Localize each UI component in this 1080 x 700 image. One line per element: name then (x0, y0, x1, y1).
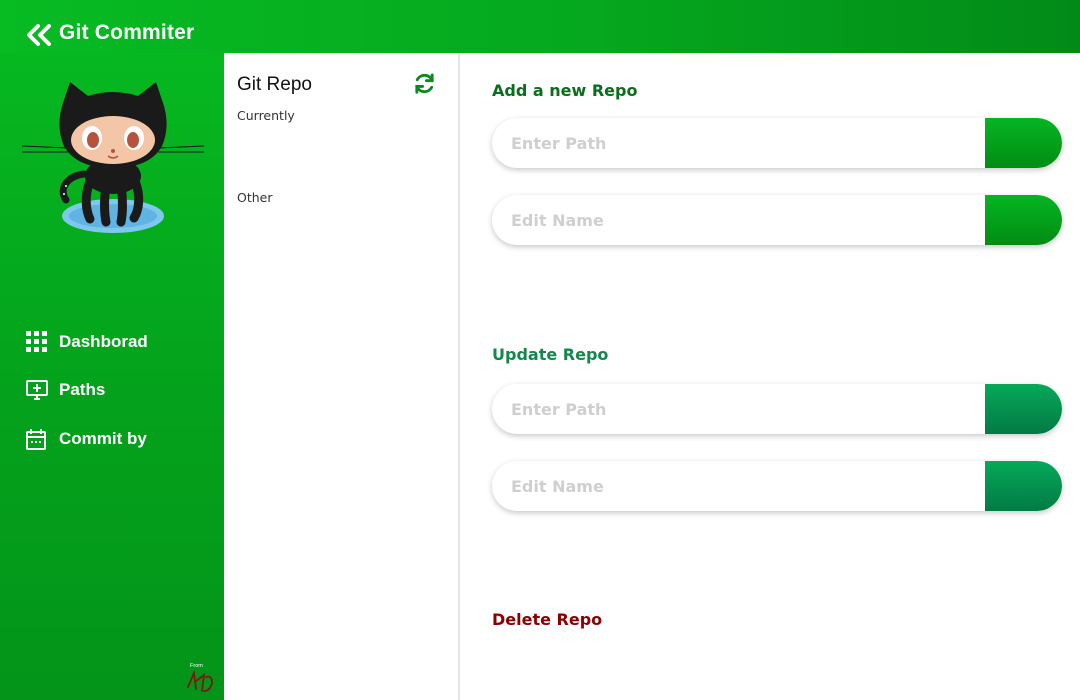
section-other: Other (237, 190, 273, 205)
update-name-row (492, 461, 1062, 511)
update-path-row (492, 384, 1062, 434)
update-path-button[interactable] (985, 384, 1062, 434)
double-chevron-left-icon[interactable] (26, 24, 52, 46)
main-content: Add a new Repo Update Repo Delete Repo (462, 53, 1080, 700)
calendar-icon (26, 428, 48, 450)
sidebar-item-paths[interactable]: Paths (26, 378, 105, 402)
update-path-input[interactable] (492, 384, 985, 434)
repo-panel-title: Git Repo (237, 74, 312, 95)
add-path-row (492, 118, 1062, 168)
app-header: Git Commiter (0, 0, 1080, 53)
add-path-button[interactable] (985, 118, 1062, 168)
grid-icon (26, 331, 48, 353)
update-repo-heading: Update Repo (492, 345, 609, 364)
add-name-input[interactable] (492, 195, 985, 245)
octocat-image (18, 76, 208, 238)
sidebar-item-label: Paths (59, 380, 106, 399)
section-currently: Currently (237, 108, 295, 123)
add-name-button[interactable] (985, 195, 1062, 245)
sidebar-item-label: Commit by (59, 429, 147, 448)
sidebar-item-dashboard[interactable]: Dashborad (26, 330, 148, 354)
sidebar-item-commit-by[interactable]: Commit by (26, 427, 147, 451)
sidebar: Dashborad Paths Commit by From (0, 53, 224, 700)
delete-repo-heading: Delete Repo (492, 610, 603, 629)
refresh-icon[interactable] (413, 72, 436, 95)
update-name-button[interactable] (985, 461, 1062, 511)
sidebar-item-label: Dashborad (59, 332, 148, 351)
update-name-input[interactable] (492, 461, 985, 511)
add-repo-heading: Add a new Repo (492, 81, 638, 100)
monitor-plus-icon (26, 379, 48, 401)
repo-panel: Git Repo Currently Other (224, 53, 460, 700)
signature-logo (182, 661, 218, 695)
add-path-input[interactable] (492, 118, 985, 168)
app-title: Git Commiter (59, 21, 195, 44)
add-name-row (492, 195, 1062, 245)
